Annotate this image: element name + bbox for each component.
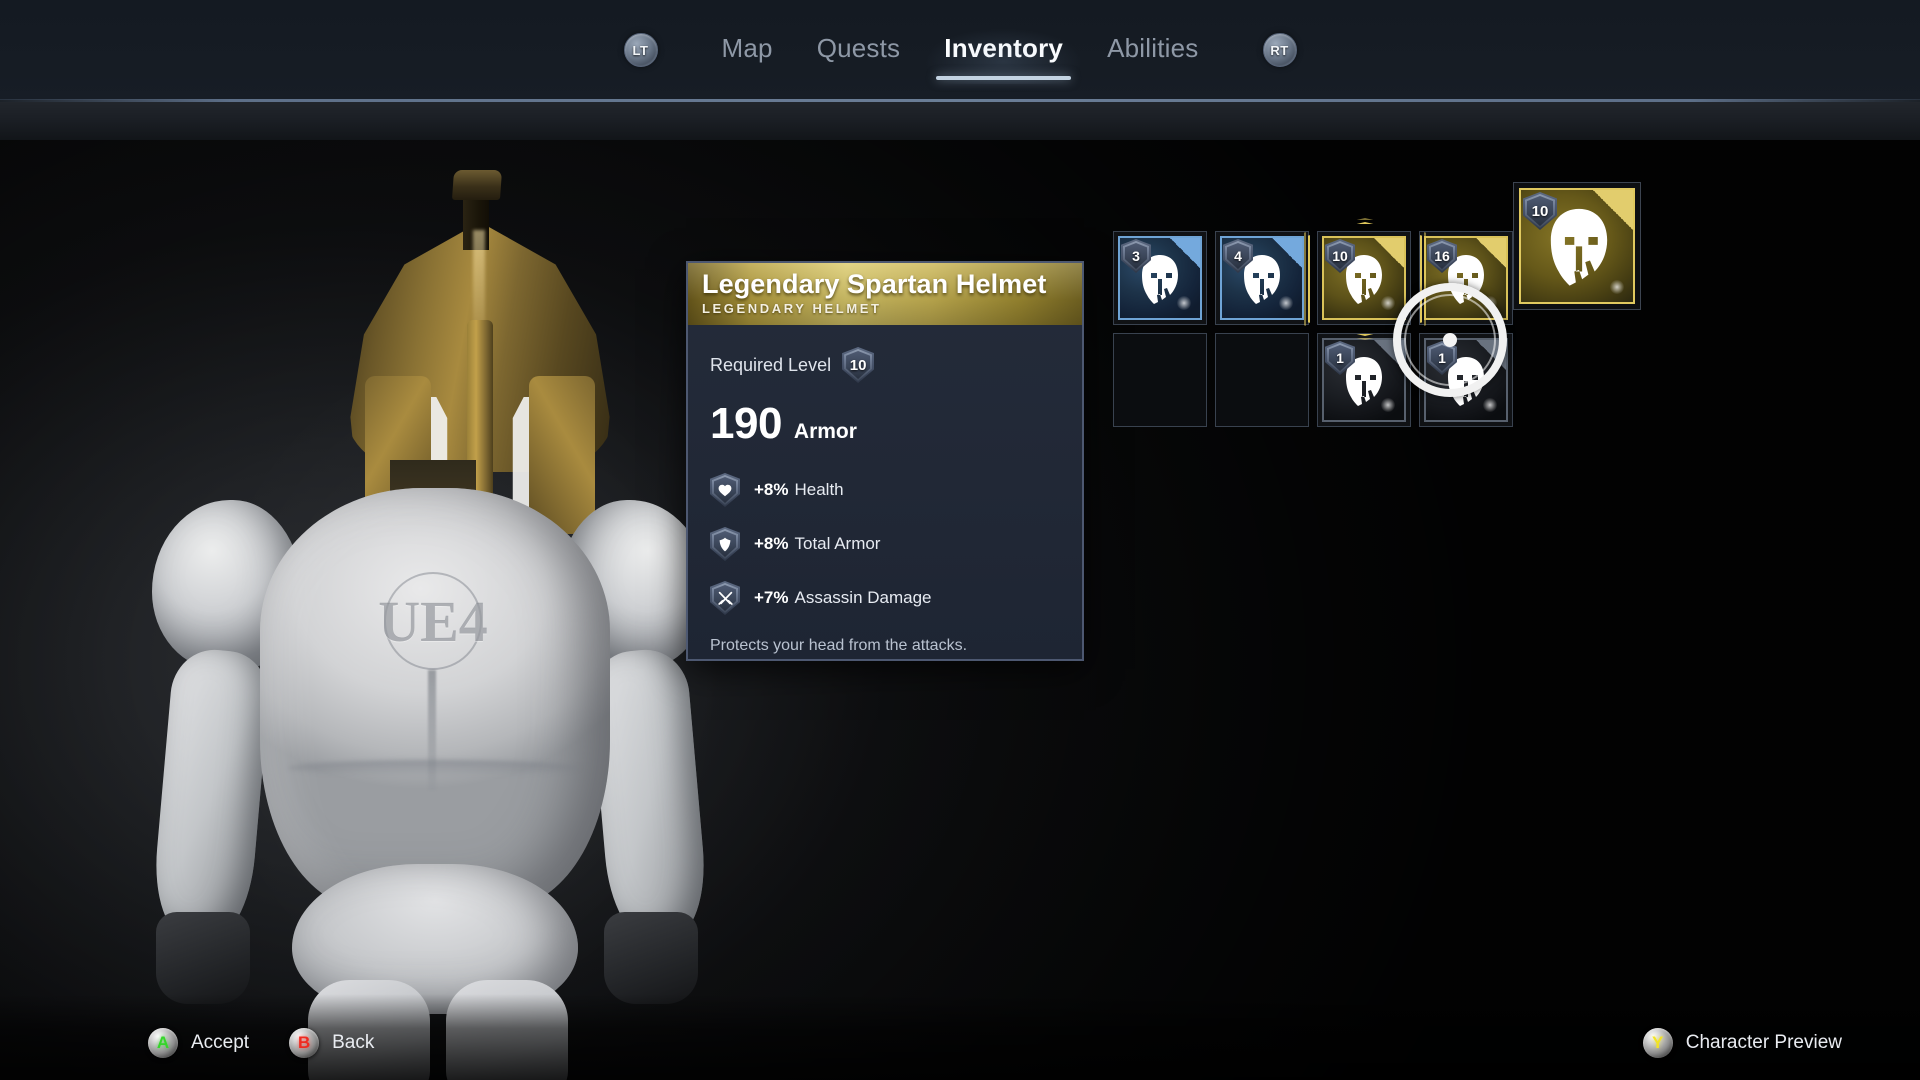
item-description: Protects your head from the attacks. bbox=[710, 637, 968, 654]
accept-button[interactable]: A Accept bbox=[148, 1028, 249, 1058]
perk-label: Assassin Damage bbox=[794, 588, 932, 607]
item-level-badge: 4 bbox=[1223, 239, 1253, 273]
equipped-item-slot[interactable]: 10 bbox=[1513, 182, 1641, 310]
tab-quests[interactable]: Quests bbox=[795, 27, 923, 74]
tooltip-rarity-header: Legendary Spartan Helmet LEGENDARY HELME… bbox=[688, 263, 1082, 325]
y-button-icon: Y bbox=[1642, 1028, 1673, 1058]
abdomen-seam bbox=[288, 760, 580, 776]
thumbnail-speck bbox=[1483, 398, 1497, 412]
right-bumper-icon[interactable]: RT bbox=[1262, 33, 1297, 67]
thumbnail-speck bbox=[1279, 296, 1293, 310]
tab-abilities[interactable]: Abilities bbox=[1085, 27, 1220, 74]
top-navigation-bar: LT Map Quests Inventory Abilities RT bbox=[0, 0, 1920, 100]
item-level-value: 16 bbox=[1434, 248, 1450, 264]
armor-value: 190 bbox=[710, 399, 782, 448]
perk-label: Health bbox=[794, 480, 844, 499]
inventory-slot[interactable]: 4 bbox=[1215, 231, 1309, 325]
chest-emblem: UE4 bbox=[378, 572, 488, 670]
item-level-value: 1 bbox=[1438, 350, 1446, 366]
perk-value: +8% bbox=[754, 534, 789, 553]
item-type: LEGENDARY HELMET bbox=[702, 301, 882, 316]
thumbnail-speck bbox=[1610, 280, 1624, 294]
armor-row: 190 Armor bbox=[710, 399, 1082, 449]
perk-row: +8% Total Armor bbox=[710, 527, 1082, 561]
perk-row: +8% Health bbox=[710, 473, 1082, 507]
thumbnail-speck bbox=[1381, 296, 1395, 310]
item-level-value: 4 bbox=[1234, 248, 1242, 264]
helmet-crest-bar bbox=[451, 170, 503, 200]
b-button-icon: B bbox=[289, 1028, 320, 1058]
item-level-badge: 16 bbox=[1427, 239, 1457, 273]
item-level-value: 10 bbox=[1531, 202, 1549, 220]
nav-tabs: Map Quests Inventory Abilities bbox=[700, 8, 1221, 84]
item-level-badge: 1 bbox=[1427, 341, 1457, 375]
glove-right bbox=[604, 912, 698, 1004]
tab-inventory[interactable]: Inventory bbox=[914, 8, 1093, 84]
health-shield-icon bbox=[710, 473, 740, 507]
inventory-grid: 3 4 10 16 1 1 bbox=[1113, 218, 1513, 435]
item-detail-tooltip: Legendary Spartan Helmet LEGENDARY HELME… bbox=[686, 261, 1084, 661]
item-level-badge: 10 bbox=[1523, 192, 1557, 230]
required-level-shield-badge: 10 bbox=[842, 347, 875, 383]
item-level-badge: 10 bbox=[1325, 239, 1355, 273]
tooltip-body: Required Level 10 190 Armor +8% Health +… bbox=[688, 325, 1082, 655]
inventory-slot[interactable]: 1 bbox=[1419, 333, 1513, 427]
perk-row: +7% Assassin Damage bbox=[710, 581, 1082, 615]
perk-label: Total Armor bbox=[794, 534, 881, 553]
game-screen: UE4 LT Map Quests Inventory Abilities RT bbox=[0, 0, 1920, 1080]
total-armor-shield-icon bbox=[710, 527, 740, 561]
item-level-value: 1 bbox=[1336, 350, 1344, 366]
inventory-row: 1 1 bbox=[1113, 333, 1513, 427]
perk-list: +8% Health +8% Total Armor +7% Assassin … bbox=[710, 473, 1082, 615]
inventory-row: 3 4 10 16 bbox=[1113, 218, 1513, 340]
back-label: Back bbox=[332, 1032, 375, 1053]
perk-value: +7% bbox=[754, 588, 789, 607]
accept-label: Accept bbox=[191, 1032, 250, 1053]
item-name: Legendary Spartan Helmet bbox=[702, 269, 1047, 299]
perk-value: +8% bbox=[754, 480, 789, 499]
inventory-slot-empty[interactable] bbox=[1113, 333, 1207, 427]
glove-left bbox=[156, 912, 250, 1004]
inventory-slot-empty[interactable] bbox=[1215, 333, 1309, 427]
inventory-slot-selected[interactable]: 10 bbox=[1304, 218, 1426, 340]
inventory-slot[interactable]: 1 bbox=[1317, 333, 1411, 427]
character-preview-label: Character Preview bbox=[1685, 1032, 1842, 1053]
assassin-damage-shield-icon bbox=[710, 581, 740, 615]
perk-text: +8% Total Armor bbox=[754, 534, 880, 554]
required-level-row: Required Level 10 bbox=[710, 347, 1082, 383]
nav-sub-band bbox=[0, 102, 1920, 140]
back-button[interactable]: B Back bbox=[289, 1028, 374, 1058]
left-bumper-icon[interactable]: LT bbox=[623, 33, 658, 67]
item-level-value: 10 bbox=[1332, 248, 1348, 264]
character-preview-button[interactable]: Y Character Preview bbox=[1642, 1028, 1842, 1058]
perk-text: +7% Assassin Damage bbox=[754, 588, 932, 608]
a-button-icon: A bbox=[148, 1028, 178, 1058]
equipped-spartan-helmet bbox=[345, 170, 615, 534]
tab-map[interactable]: Map bbox=[700, 27, 795, 74]
thumbnail-speck bbox=[1381, 398, 1395, 412]
inventory-slot[interactable]: 16 bbox=[1419, 231, 1513, 325]
inventory-slot[interactable]: 3 bbox=[1113, 231, 1207, 325]
item-level-value: 3 bbox=[1132, 248, 1140, 264]
arm-left bbox=[149, 646, 273, 944]
required-level-value: 10 bbox=[849, 356, 867, 374]
thumbnail-speck bbox=[1483, 296, 1497, 310]
perk-text: +8% Health bbox=[754, 480, 844, 500]
required-level-label: Required Level bbox=[710, 354, 832, 375]
bottom-action-bar: A Accept B Back Y Character Preview bbox=[0, 994, 1920, 1080]
armor-label: Armor bbox=[793, 420, 857, 443]
item-level-badge: 3 bbox=[1121, 239, 1151, 273]
thumbnail-speck bbox=[1177, 296, 1191, 310]
item-level-badge: 1 bbox=[1325, 341, 1355, 375]
